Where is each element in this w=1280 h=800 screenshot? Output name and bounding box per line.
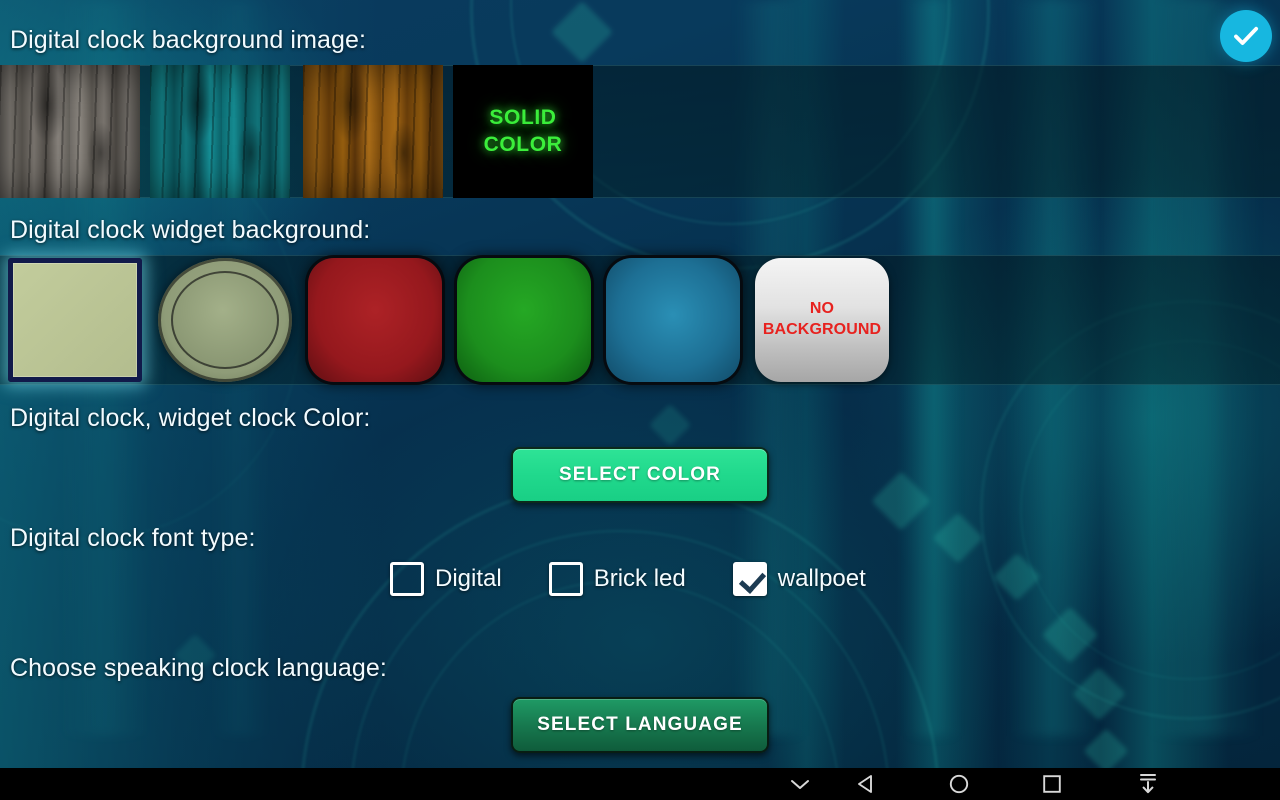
label-clock-color: Digital clock, widget clock Color: bbox=[10, 404, 371, 432]
widget-bg-tile-metal-circle[interactable] bbox=[158, 258, 292, 382]
check-icon bbox=[1234, 26, 1259, 45]
solid-color-tile-text: SOLID COLOR bbox=[484, 105, 563, 159]
label-background-image: Digital clock background image: bbox=[10, 26, 367, 54]
bg-image-tile-gray-wood[interactable] bbox=[0, 65, 140, 198]
select-color-button[interactable]: SELECT COLOR bbox=[511, 447, 769, 503]
checkbox-checked-icon[interactable] bbox=[732, 562, 767, 596]
no-background-tile-text: NO BACKGROUND bbox=[763, 299, 881, 341]
font-type-option-digital[interactable]: Digital bbox=[390, 562, 502, 596]
select-language-button[interactable]: SELECT LANGUAGE bbox=[511, 697, 769, 753]
collapse-button[interactable] bbox=[1118, 768, 1178, 800]
chevron-down-icon bbox=[791, 780, 809, 789]
hide-keyboard-button[interactable] bbox=[770, 768, 830, 800]
label-speaking-language: Choose speaking clock language: bbox=[10, 654, 387, 682]
widget-background-row: NO BACKGROUND bbox=[0, 255, 1280, 385]
home-button[interactable] bbox=[929, 768, 989, 800]
back-icon bbox=[858, 775, 872, 793]
android-navigation-bar bbox=[0, 768, 1280, 800]
bg-image-tile-teal-wood[interactable] bbox=[150, 65, 290, 198]
solid-color-line2: COLOR bbox=[483, 132, 563, 156]
recents-button[interactable] bbox=[1022, 768, 1082, 800]
font-type-label-digital: Digital bbox=[435, 565, 502, 592]
bg-image-tile-brown-wood[interactable] bbox=[303, 65, 443, 198]
widget-bg-tile-red[interactable] bbox=[308, 258, 442, 382]
square-icon bbox=[1043, 775, 1061, 793]
solid-color-line1: SOLID bbox=[489, 105, 557, 129]
settings-content: Digital clock background image: SOLID CO… bbox=[0, 0, 1280, 768]
lines-down-arrow-icon bbox=[1140, 774, 1156, 794]
font-type-label-brick-led: Brick led bbox=[593, 565, 686, 592]
checkbox-unchecked-icon[interactable] bbox=[390, 562, 424, 596]
font-type-checkbox-group: Digital Brick led wallpoet bbox=[390, 562, 866, 596]
back-button[interactable] bbox=[836, 768, 896, 800]
home-icon bbox=[949, 774, 969, 794]
no-background-line1: NO bbox=[809, 300, 835, 318]
widget-bg-tile-green[interactable] bbox=[457, 258, 591, 382]
font-type-option-brick-led[interactable]: Brick led bbox=[548, 562, 686, 596]
widget-bg-tile-blue[interactable] bbox=[606, 258, 740, 382]
widget-bg-tile-khaki-square[interactable] bbox=[8, 258, 142, 382]
app-screen: Digital clock background image: SOLID CO… bbox=[0, 0, 1280, 800]
label-widget-background: Digital clock widget background: bbox=[10, 216, 371, 244]
font-type-option-wallpoet[interactable]: wallpoet bbox=[732, 562, 866, 596]
confirm-button[interactable] bbox=[1220, 10, 1272, 62]
label-font-type: Digital clock font type: bbox=[10, 524, 256, 552]
widget-bg-tile-no-background[interactable]: NO BACKGROUND bbox=[755, 258, 889, 382]
checkbox-unchecked-icon[interactable] bbox=[548, 562, 583, 596]
background-image-row: SOLID COLOR bbox=[0, 65, 1280, 198]
font-type-label-wallpoet: wallpoet bbox=[777, 565, 866, 592]
no-background-line2: BACKGROUND bbox=[762, 321, 882, 338]
bg-image-tile-solid-color[interactable]: SOLID COLOR bbox=[453, 65, 593, 198]
